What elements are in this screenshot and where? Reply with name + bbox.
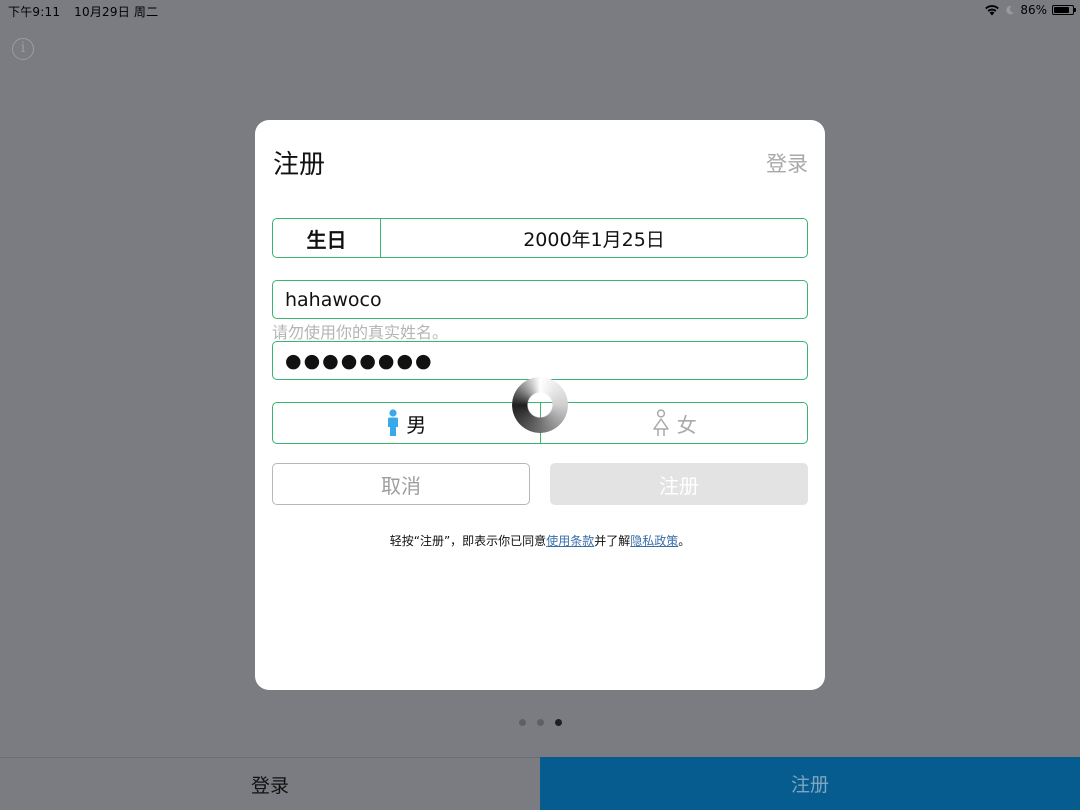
nickname-hint: 请勿使用你的真实姓名。	[272, 323, 449, 342]
page-dot-active[interactable]	[555, 719, 562, 726]
gender-male-label: 男	[406, 412, 427, 437]
battery-percent: 86%	[1020, 3, 1047, 17]
status-bar-left: 下午9:11 10月29日 周二	[8, 3, 158, 20]
nickname-field[interactable]	[272, 280, 808, 319]
terms-of-use-link[interactable]: 使用条款	[546, 534, 594, 548]
tab-register[interactable]: 注册	[540, 757, 1080, 810]
status-bar: 下午9:11 10月29日 周二 86%	[0, 0, 1080, 20]
terms-middle: 并了解	[594, 534, 631, 548]
info-icon[interactable]: i	[12, 38, 34, 60]
page-dot[interactable]	[519, 719, 526, 726]
gender-male-option[interactable]: 男	[273, 403, 541, 443]
birthday-label: 生日	[273, 219, 381, 257]
terms-prefix: 轻按“注册”，即表示你已同意	[389, 534, 547, 548]
birthday-field[interactable]: 生日 2000年1月25日	[272, 218, 808, 258]
tab-login[interactable]: 登录	[0, 757, 540, 810]
page-dot[interactable]	[537, 719, 544, 726]
birthday-value[interactable]: 2000年1月25日	[381, 219, 807, 257]
gender-female-option[interactable]: 女	[541, 403, 808, 443]
status-date: 10月29日 周二	[74, 5, 159, 19]
status-time: 下午9:11	[8, 5, 61, 19]
login-link[interactable]: 登录	[766, 148, 808, 178]
battery-fill	[1054, 7, 1069, 13]
terms-suffix: 。	[678, 534, 691, 548]
terms-notice: 轻按“注册”，即表示你已同意使用条款并了解隐私政策。	[255, 532, 825, 549]
battery-icon	[1052, 5, 1076, 15]
nickname-input[interactable]	[273, 281, 807, 318]
dialog-title: 注册	[273, 150, 326, 180]
register-dialog: 注册 登录 生日 2000年1月25日 请勿使用你的真实姓名。 ●●●●●●●●…	[255, 120, 825, 690]
wifi-icon	[985, 5, 1000, 16]
cancel-button[interactable]: 取消	[272, 463, 530, 505]
password-field[interactable]: ●●●●●●●●	[272, 341, 808, 380]
privacy-policy-link[interactable]: 隐私政策	[630, 534, 678, 548]
register-submit-button[interactable]: 注册	[550, 463, 808, 505]
loading-spinner	[512, 377, 568, 433]
female-icon	[653, 409, 669, 436]
page-indicator[interactable]	[519, 719, 562, 726]
moon-icon	[1006, 5, 1015, 15]
status-bar-right: 86%	[984, 3, 1076, 17]
gender-female-label: 女	[676, 412, 697, 437]
male-icon	[388, 409, 399, 436]
bottom-tab-bar: 登录 注册	[0, 757, 1080, 810]
